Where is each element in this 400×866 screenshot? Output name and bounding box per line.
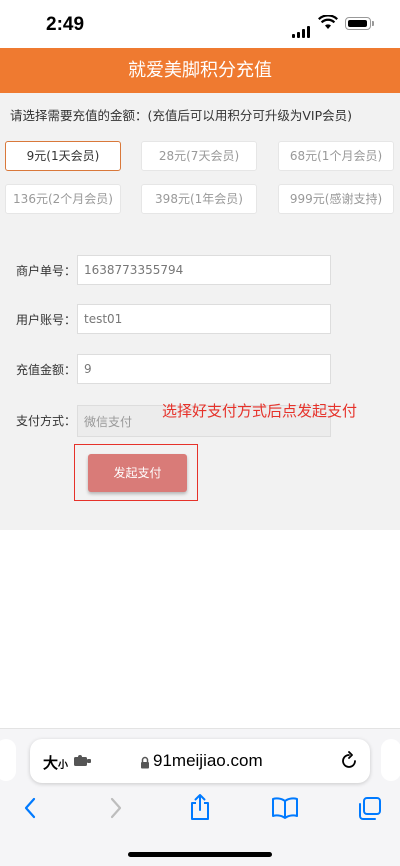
initiate-payment-button[interactable]: 发起支付 bbox=[88, 454, 187, 492]
share-icon[interactable] bbox=[188, 793, 212, 821]
amount-field[interactable] bbox=[77, 354, 331, 384]
battery-icon bbox=[345, 17, 374, 30]
merchant-order-label: 商户单号： bbox=[16, 264, 77, 278]
tabs-icon[interactable] bbox=[357, 796, 383, 822]
back-arrow-icon[interactable] bbox=[22, 796, 38, 820]
amount-option-398[interactable]: 398元(1年会员) bbox=[141, 184, 257, 214]
page-header: 就爱美脚积分充值 bbox=[0, 48, 400, 93]
recharge-panel: 请选择需要充值的金额：(充值后可以用积分可升级为VIP会员) 9元(1天会员) … bbox=[0, 93, 400, 530]
text-size-small-label: 小 bbox=[58, 760, 69, 771]
extension-puzzle-icon[interactable] bbox=[74, 755, 92, 767]
amount-label: 充值金额： bbox=[16, 363, 77, 377]
user-account-label: 用户账号： bbox=[16, 313, 77, 327]
text-size-big-label: 大 bbox=[43, 754, 59, 772]
url-text: 91meijiao.com bbox=[153, 751, 263, 770]
bookmarks-book-icon[interactable] bbox=[271, 797, 299, 819]
amount-option-9[interactable]: 9元(1天会员) bbox=[5, 141, 121, 171]
user-account-field[interactable] bbox=[77, 304, 331, 334]
merchant-order-field[interactable] bbox=[77, 255, 331, 285]
wifi-icon bbox=[318, 15, 338, 29]
amount-option-999[interactable]: 999元(感谢支持) bbox=[278, 184, 394, 214]
forward-arrow-icon[interactable] bbox=[108, 796, 124, 820]
address-bar[interactable]: 大小 91meijiao.com bbox=[30, 739, 370, 783]
amount-prompt: 请选择需要充值的金额：(充值后可以用积分可升级为VIP会员) bbox=[10, 108, 353, 123]
home-indicator bbox=[128, 852, 272, 857]
instruction-annotation: 选择好支付方式后点发起支付 bbox=[162, 402, 358, 420]
next-tab-preview[interactable] bbox=[381, 739, 400, 781]
amount-option-136[interactable]: 136元(2个月会员) bbox=[5, 184, 121, 214]
previous-tab-preview[interactable] bbox=[0, 739, 16, 781]
browser-toolbar: 大小 91meijiao.com bbox=[0, 728, 400, 866]
text-size-button[interactable]: 大小 bbox=[43, 752, 68, 773]
cellular-signal-icon bbox=[292, 19, 312, 38]
status-time: 2:49 bbox=[46, 14, 85, 35]
lock-icon bbox=[141, 756, 149, 769]
payment-method-label: 支付方式： bbox=[16, 414, 77, 428]
reload-icon[interactable] bbox=[340, 751, 358, 770]
amount-option-68[interactable]: 68元(1个月会员) bbox=[278, 141, 394, 171]
status-bar: 2:49 bbox=[0, 0, 400, 48]
amount-option-28[interactable]: 28元(7天会员) bbox=[141, 141, 257, 171]
